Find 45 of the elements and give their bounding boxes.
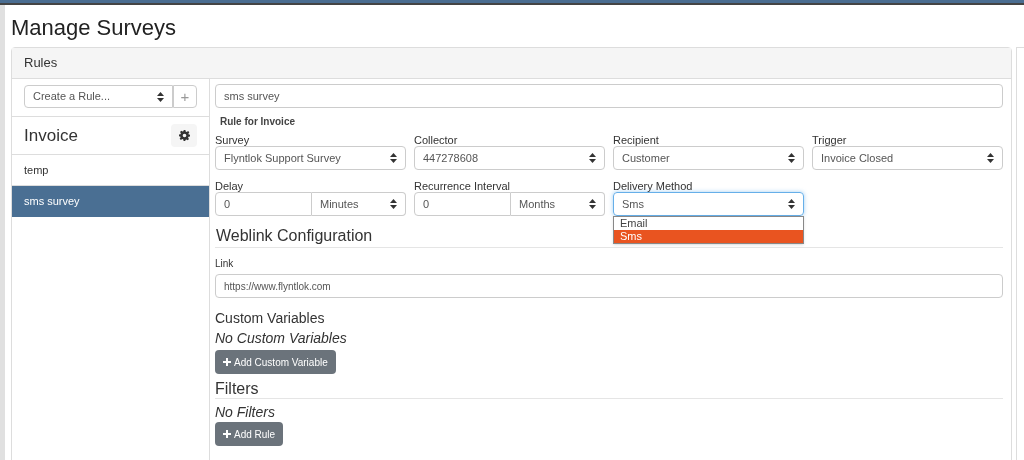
create-rule-select[interactable]: Create a Rule... xyxy=(24,85,173,108)
empty-message: No Filters xyxy=(215,403,276,422)
sort-arrows-icon xyxy=(987,153,994,163)
field-label: Trigger xyxy=(812,134,848,146)
sort-arrows-icon xyxy=(157,91,164,102)
field-label: Delivery Method xyxy=(613,180,694,192)
field-label: Collector xyxy=(414,134,459,146)
plus-icon xyxy=(223,358,231,366)
select-field[interactable]: Sms xyxy=(613,192,804,216)
select-field[interactable]: Customer xyxy=(613,146,804,170)
dropdown-option[interactable]: Sms xyxy=(614,230,803,243)
dropdown-option[interactable]: Email xyxy=(614,217,803,230)
sort-arrows-icon xyxy=(788,199,795,209)
sort-arrows-icon xyxy=(589,153,596,163)
select-field[interactable]: 447278608 xyxy=(414,146,605,170)
sort-arrows-icon xyxy=(390,199,397,209)
plus-icon xyxy=(223,430,231,438)
unit-select[interactable]: Months xyxy=(511,192,605,216)
sort-arrows-icon xyxy=(390,153,397,163)
section-heading: Filters xyxy=(215,374,1003,399)
field-label: Recurrence Interval xyxy=(414,180,511,192)
select-field[interactable]: Invoice Closed xyxy=(812,146,1003,170)
panel-title: Rules xyxy=(24,54,58,73)
sort-arrows-icon xyxy=(589,199,596,209)
page-title: Manage Surveys xyxy=(11,14,178,42)
rule-list-item[interactable]: sms survey xyxy=(12,186,209,217)
select-field[interactable]: Flyntlok Support Survey xyxy=(215,146,406,170)
add-button[interactable]: Add Rule xyxy=(215,422,284,446)
unit-select[interactable]: Minutes xyxy=(312,192,406,216)
field-label: Survey xyxy=(215,134,251,146)
rule-name-field[interactable]: sms survey xyxy=(215,84,1003,108)
add-button[interactable]: Add Custom Variable xyxy=(215,350,336,374)
sort-arrows-icon xyxy=(788,153,795,163)
field-label: Recipient xyxy=(613,134,660,146)
field-label: Link xyxy=(215,257,235,271)
settings-icon xyxy=(178,130,190,141)
rule-subtitle: Rule for Invoice xyxy=(219,115,296,129)
link-field[interactable]: https://www.flyntlok.com xyxy=(215,274,1003,298)
field-label: Delay xyxy=(215,180,245,192)
empty-message: No Custom Variables xyxy=(215,329,348,348)
settings-button[interactable] xyxy=(171,124,197,147)
number-field[interactable]: 0 xyxy=(215,192,312,216)
number-field[interactable]: 0 xyxy=(414,192,511,216)
section-heading: Custom Variables xyxy=(215,309,326,328)
group-title: Invoice xyxy=(24,124,78,147)
